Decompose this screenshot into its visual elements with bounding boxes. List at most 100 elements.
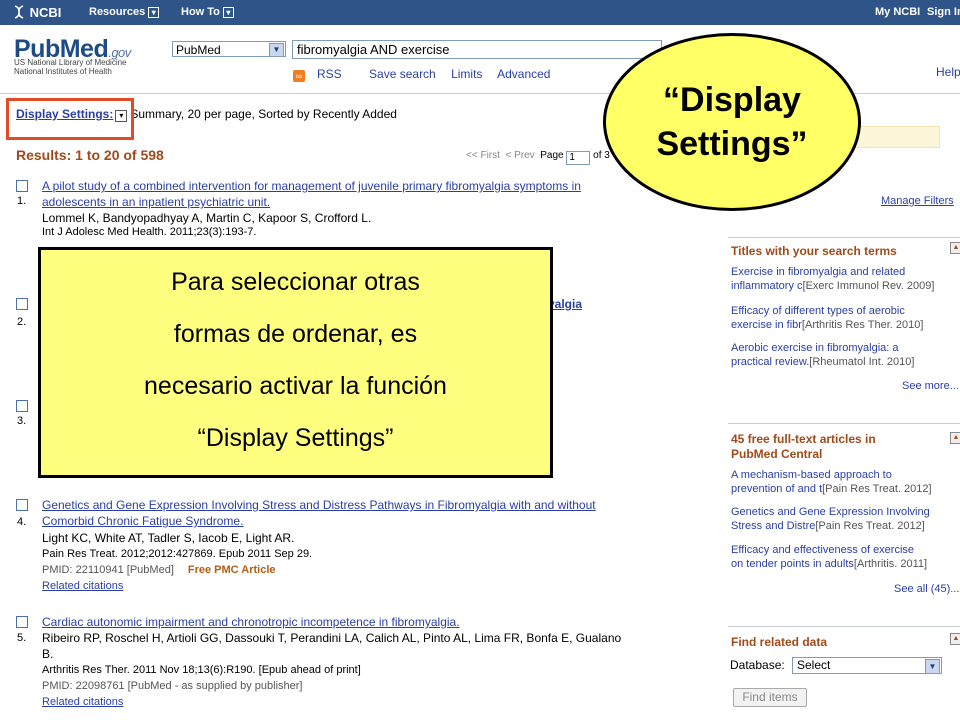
sidebar-divider bbox=[728, 237, 960, 238]
callout-line: formas de ordenar, es bbox=[173, 320, 418, 348]
see-all-link[interactable]: See all (45)... bbox=[894, 583, 959, 595]
item-line: practical review. bbox=[731, 356, 810, 368]
related-citations-link[interactable]: Related citations bbox=[42, 694, 732, 710]
first-page-link[interactable]: << First bbox=[466, 150, 500, 161]
result-source: Arthritis Res Ther. 2011 Nov 18;13(6):R1… bbox=[42, 664, 361, 676]
result-pmid: PMID: 22110941 [PubMed] Free PMC Article bbox=[42, 562, 732, 578]
result-checkbox[interactable] bbox=[16, 400, 28, 412]
collapse-icon[interactable]: ▲ bbox=[950, 633, 960, 645]
item-source: [Rheumatol Int. 2010] bbox=[809, 356, 915, 368]
item-line: prevention of and t bbox=[731, 483, 823, 495]
rss-label: RSS bbox=[317, 67, 342, 81]
howto-menu[interactable]: How To ▾ bbox=[181, 6, 234, 18]
sidebar-divider bbox=[728, 626, 960, 627]
find-heading-text: Find related data bbox=[731, 635, 828, 649]
item-source: [Arthritis Res Ther. 2010] bbox=[801, 319, 924, 331]
collapse-icon[interactable]: ▲ bbox=[950, 432, 960, 444]
nlm-text: US National Library of Medicine bbox=[14, 58, 127, 67]
database-select[interactable]: PubMed ▼ bbox=[172, 41, 286, 57]
search-sublinks: ∞ RSS Save search Limits Advanced bbox=[293, 67, 562, 82]
result-source: Pain Res Treat. 2012;2012:427869. Epub 2… bbox=[42, 548, 313, 560]
result-authors: Light KC, White AT, Tadler S, Iacob E, L… bbox=[42, 531, 295, 545]
item-source: [Pain Res Treat. 2012] bbox=[815, 520, 925, 532]
item-source: [Arthritis. 2011] bbox=[853, 558, 928, 570]
nih-text: National Institutes of Health bbox=[14, 67, 112, 76]
save-search-link[interactable]: Save search bbox=[369, 67, 436, 81]
result-title-cont[interactable]: adolescents in an inpatient psychiatric … bbox=[42, 194, 732, 210]
item-line: inflammatory c bbox=[731, 280, 803, 292]
see-more-link[interactable]: See more... bbox=[902, 380, 959, 392]
result-title[interactable]: Cardiac autonomic impairment and chronot… bbox=[42, 614, 732, 630]
free-pmc-link[interactable]: Free PMC Article bbox=[188, 564, 276, 576]
item-line: Efficacy of different types of aerobic bbox=[731, 305, 905, 317]
sidebar-title-item[interactable]: Aerobic exercise in fibromyalgia: a pract… bbox=[731, 341, 959, 369]
free-articles-heading: 45 free full-text articles in PubMed Cent… bbox=[731, 432, 960, 462]
callout-line: Para seleccionar otras bbox=[171, 268, 420, 296]
result-source: Int J Adolesc Med Health. 2011;23(3):193… bbox=[42, 226, 257, 238]
pubmed-logo-subtitle: US National Library of Medicine National … bbox=[14, 58, 127, 76]
callout-line: necesario activar la función bbox=[144, 372, 447, 400]
ncbi-dna-icon bbox=[14, 5, 24, 19]
chevron-down-icon: ▼ bbox=[925, 659, 940, 674]
titles-heading-text: Titles with your search terms bbox=[731, 244, 897, 258]
ncbi-logo[interactable]: NCBI bbox=[12, 5, 61, 20]
pager: << First < Prev Page 1 of 3 bbox=[466, 150, 610, 165]
database-label: Database: bbox=[730, 658, 785, 672]
item-line: on tender points in adults bbox=[731, 558, 854, 570]
sidebar-title-item[interactable]: Exercise in fibromyalgia and related infl… bbox=[731, 265, 959, 293]
result-authors-cont: B. bbox=[42, 647, 54, 661]
result-number: 4. bbox=[17, 516, 27, 528]
result-body: A pilot study of a combined intervention… bbox=[42, 178, 732, 240]
howto-label: How To bbox=[181, 6, 220, 18]
result-title[interactable]: Genetics and Gene Expression Involving S… bbox=[42, 497, 732, 513]
sidebar-free-item[interactable]: Genetics and Gene Expression Involving St… bbox=[731, 505, 959, 533]
chevron-down-icon: ▼ bbox=[269, 43, 284, 57]
sidebar-free-item[interactable]: A mechanism-based approach to prevention … bbox=[731, 468, 959, 496]
item-source: [Pain Res Treat. 2012] bbox=[822, 483, 932, 495]
limits-link[interactable]: Limits bbox=[451, 67, 482, 81]
result-title-fragment[interactable]: yalgia bbox=[548, 296, 582, 312]
page-of-text: of 3 bbox=[593, 150, 610, 161]
related-database-select[interactable]: Select ▼ bbox=[792, 657, 942, 674]
highlight-box bbox=[6, 98, 134, 140]
collapse-icon[interactable]: ▲ bbox=[950, 242, 960, 254]
page-input[interactable]: 1 bbox=[566, 151, 591, 165]
search-input[interactable]: fibromyalgia AND exercise bbox=[292, 40, 662, 59]
item-line: exercise in fibr bbox=[731, 319, 802, 331]
chevron-down-icon: ▾ bbox=[148, 7, 160, 18]
item-line: Efficacy and effectiveness of exercise bbox=[731, 544, 915, 556]
display-settings-summary: Summary, 20 per page, Sorted by Recently… bbox=[130, 107, 397, 121]
sidebar-free-item[interactable]: Efficacy and effectiveness of exercise on… bbox=[731, 543, 959, 571]
result-body: Cardiac autonomic impairment and chronot… bbox=[42, 614, 732, 710]
result-title-cont[interactable]: Comorbid Chronic Fatigue Syndrome. bbox=[42, 513, 732, 529]
item-line: Exercise in fibromyalgia and related bbox=[731, 266, 906, 278]
callout-line: “Display Settings” bbox=[197, 424, 394, 452]
free-heading-line: 45 free full-text articles in bbox=[731, 432, 876, 446]
resources-menu[interactable]: Resources ▾ bbox=[89, 6, 160, 18]
result-checkbox[interactable] bbox=[16, 298, 28, 310]
result-checkbox[interactable] bbox=[16, 180, 28, 192]
result-body: Genetics and Gene Expression Involving S… bbox=[42, 497, 732, 594]
page-label: Page bbox=[540, 150, 564, 161]
sidebar-divider bbox=[728, 423, 960, 424]
sidebar-title-item[interactable]: Efficacy of different types of aerobic ex… bbox=[731, 304, 959, 332]
pmid-text: PMID: 22110941 [PubMed] bbox=[42, 564, 174, 576]
database-value: PubMed bbox=[176, 43, 221, 57]
result-checkbox[interactable] bbox=[16, 499, 28, 511]
result-title[interactable]: A pilot study of a combined intervention… bbox=[42, 178, 732, 194]
ncbi-brand-text: NCBI bbox=[29, 5, 62, 20]
rss-link[interactable]: ∞ RSS bbox=[293, 67, 354, 82]
titles-section-heading: Titles with your search terms ▲ bbox=[731, 242, 960, 258]
related-citations-link[interactable]: Related citations bbox=[42, 578, 732, 594]
result-checkbox[interactable] bbox=[16, 616, 28, 628]
display-settings-bubble: “Display Settings” bbox=[603, 33, 861, 211]
item-line: A mechanism-based approach to bbox=[731, 469, 892, 481]
result-number: 5. bbox=[17, 632, 27, 644]
chevron-down-icon: ▾ bbox=[222, 7, 234, 18]
prev-page-link[interactable]: < Prev bbox=[505, 150, 534, 161]
find-items-button[interactable]: Find items bbox=[733, 688, 807, 707]
related-database-value: Select bbox=[797, 658, 831, 672]
resources-label: Resources bbox=[89, 6, 146, 18]
advanced-link[interactable]: Advanced bbox=[497, 67, 550, 81]
item-source: [Exerc Immunol Rev. 2009] bbox=[802, 280, 935, 292]
